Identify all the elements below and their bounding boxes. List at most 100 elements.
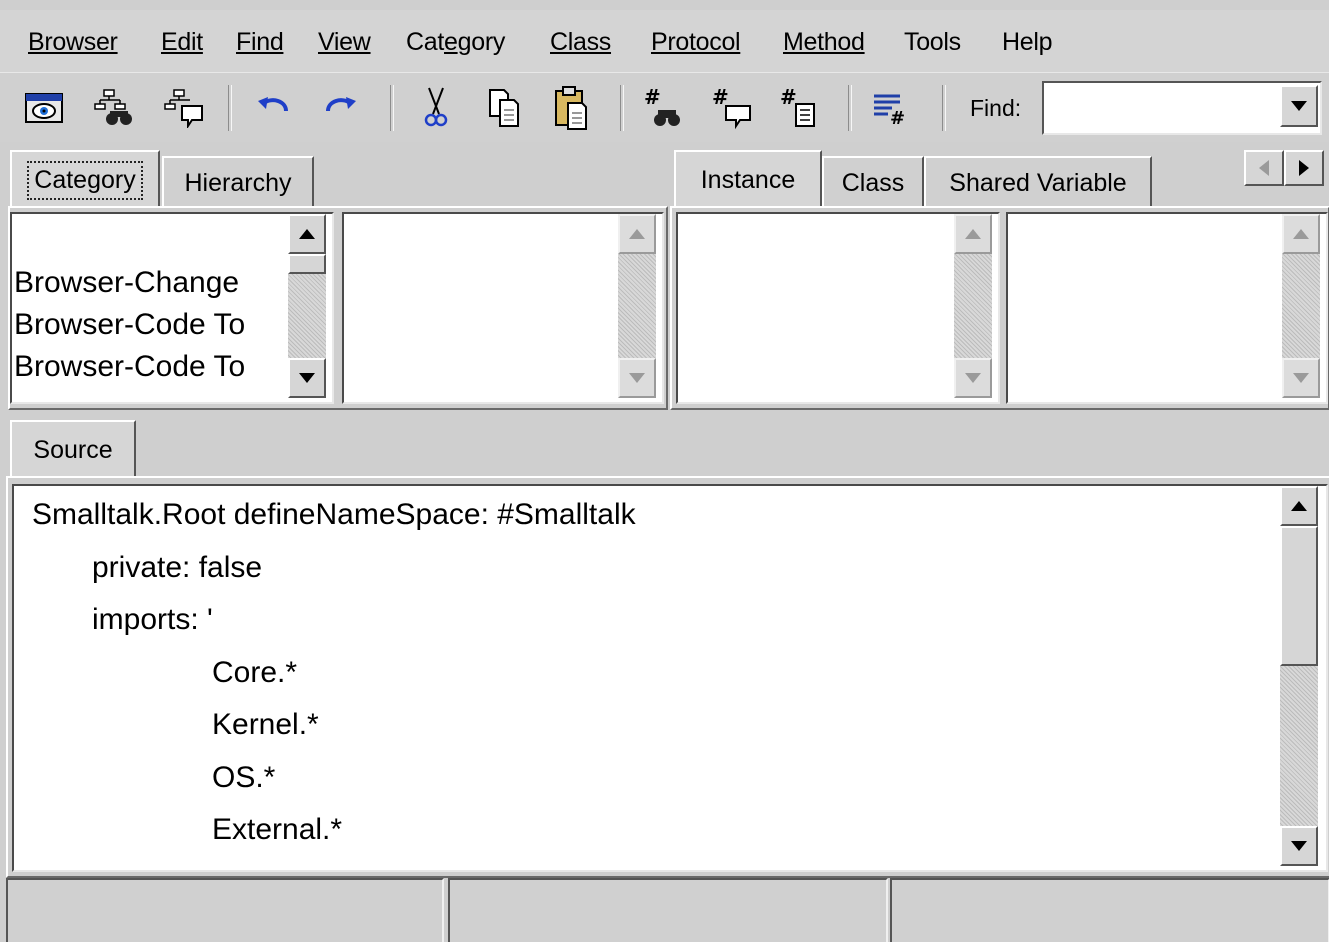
protocol-list-scrollbar[interactable] (954, 214, 992, 398)
source-line[interactable]: Smalltalk.Root defineNameSpace: #Smallta… (32, 498, 636, 532)
browser-window-button[interactable] (18, 83, 70, 133)
tab-shared-variable[interactable]: Shared Variable (924, 156, 1152, 208)
class-list[interactable] (342, 212, 664, 404)
tab-label: Source (33, 435, 113, 464)
paste-button[interactable] (546, 83, 598, 133)
method-list-scrollbar[interactable] (1282, 214, 1320, 398)
menu-edit[interactable]: Edit (161, 28, 203, 57)
method-list[interactable] (1006, 212, 1328, 404)
copy-button[interactable] (478, 83, 530, 133)
toolbar-separator (228, 85, 232, 131)
source-line[interactable]: imports: ' (92, 603, 213, 637)
menu-category[interactable]: Category (406, 28, 505, 57)
tab-category[interactable]: Category (10, 150, 160, 208)
scroll-up-button[interactable] (1280, 486, 1318, 526)
scroll-down-button[interactable] (618, 358, 656, 398)
tab-instance[interactable]: Instance (674, 150, 822, 208)
source-line[interactable]: Core.* (212, 656, 297, 690)
source-line[interactable]: External.* (212, 813, 342, 847)
tab-scroll-left-button[interactable] (1244, 150, 1284, 186)
menu-label: Find (236, 28, 284, 56)
list-item[interactable]: Browser-Code To (14, 308, 245, 342)
menu-browser[interactable]: Browser (28, 28, 118, 57)
source-line[interactable]: Kernel.* (212, 708, 319, 742)
source-scrollbar[interactable] (1280, 486, 1318, 866)
find-method-references-button[interactable]: # (706, 83, 758, 133)
find-dropdown-button[interactable] (1280, 85, 1318, 127)
menu-class[interactable]: Class (550, 28, 611, 57)
scroll-thumb[interactable] (1280, 526, 1318, 666)
browser-window-icon (25, 93, 63, 123)
redo-button[interactable] (314, 83, 366, 133)
scroll-up-button[interactable] (618, 214, 656, 254)
chevron-left-icon (1259, 160, 1269, 176)
tab-hierarchy[interactable]: Hierarchy (162, 156, 314, 208)
menu-protocol[interactable]: Protocol (651, 28, 741, 57)
chevron-down-icon (1293, 373, 1309, 383)
toolbar: # # # # Find: (0, 72, 1329, 142)
list-item[interactable]: Browser-Code To (14, 350, 245, 384)
protocol-list[interactable] (676, 212, 1000, 404)
category-list-scrollbar[interactable] (288, 214, 326, 398)
scroll-down-button[interactable] (1280, 826, 1318, 866)
scroll-thumb[interactable] (288, 254, 326, 274)
tab-class[interactable]: Class (822, 156, 924, 208)
menu-mnemonic: e (444, 28, 458, 56)
find-combo[interactable] (1042, 81, 1322, 135)
find-class-references-icon (164, 89, 203, 128)
find-class-references-button[interactable] (158, 83, 210, 133)
class-browser-right-panel (670, 206, 1329, 410)
find-label: Find: (970, 95, 1022, 121)
chevron-up-icon (965, 229, 981, 239)
source-line[interactable]: OS.* (212, 761, 275, 795)
category-list[interactable]: Browser-Change Browser-Code To Browser-C… (10, 212, 334, 404)
scroll-down-button[interactable] (288, 358, 326, 398)
chevron-down-icon (299, 373, 315, 383)
paste-icon (555, 86, 587, 130)
menu-help[interactable]: Help (1002, 28, 1053, 57)
tab-source[interactable]: Source (10, 420, 136, 478)
source-line[interactable]: private: false (92, 551, 262, 585)
menu-find[interactable]: Find (236, 28, 284, 57)
cut-button[interactable] (410, 83, 462, 133)
tab-label: Class (841, 168, 905, 197)
svg-text:#: # (644, 86, 661, 109)
tab-label: Category (27, 160, 143, 200)
scroll-up-button[interactable] (288, 214, 326, 254)
chevron-right-icon (1299, 160, 1309, 176)
format-source-icon: # (874, 94, 905, 126)
list-item[interactable]: Browser-Change (14, 266, 239, 300)
toolbar-separator (620, 85, 624, 131)
scroll-down-button[interactable] (954, 358, 992, 398)
scroll-up-button[interactable] (1282, 214, 1320, 254)
source-editor[interactable]: Smalltalk.Root defineNameSpace: #Smallta… (12, 484, 1328, 872)
class-list-scrollbar[interactable] (618, 214, 656, 398)
status-cell-middle (448, 878, 888, 942)
menu-method[interactable]: Method (783, 28, 865, 57)
menu-tools[interactable]: Tools (904, 28, 961, 57)
find-method-button[interactable]: # (638, 83, 690, 133)
chevron-down-icon (1291, 841, 1307, 851)
undo-icon (258, 97, 288, 112)
svg-text:#: # (780, 86, 797, 109)
menu-bar: Browser Edit Find View Category Class Pr… (0, 10, 1329, 72)
find-class-icon (94, 89, 132, 125)
menu-view[interactable]: View (318, 28, 371, 57)
find-input[interactable] (1048, 87, 1272, 125)
cut-icon (424, 87, 448, 127)
tab-label: Hierarchy (184, 168, 292, 197)
menu-label: Edit (161, 28, 203, 56)
menu-label: View (318, 28, 371, 56)
tab-label: Instance (700, 165, 796, 194)
source-panel: Smalltalk.Root defineNameSpace: #Smallta… (6, 476, 1329, 878)
tab-scroll-right-button[interactable] (1284, 150, 1324, 186)
chevron-down-icon (1291, 101, 1307, 111)
menu-label: Method (783, 28, 865, 56)
format-source-button[interactable]: # (864, 83, 916, 133)
method-list-button[interactable]: # (774, 83, 826, 133)
find-class-button[interactable] (88, 83, 140, 133)
toolbar-separator (848, 85, 852, 131)
scroll-down-button[interactable] (1282, 358, 1320, 398)
scroll-up-button[interactable] (954, 214, 992, 254)
undo-button[interactable] (248, 83, 300, 133)
